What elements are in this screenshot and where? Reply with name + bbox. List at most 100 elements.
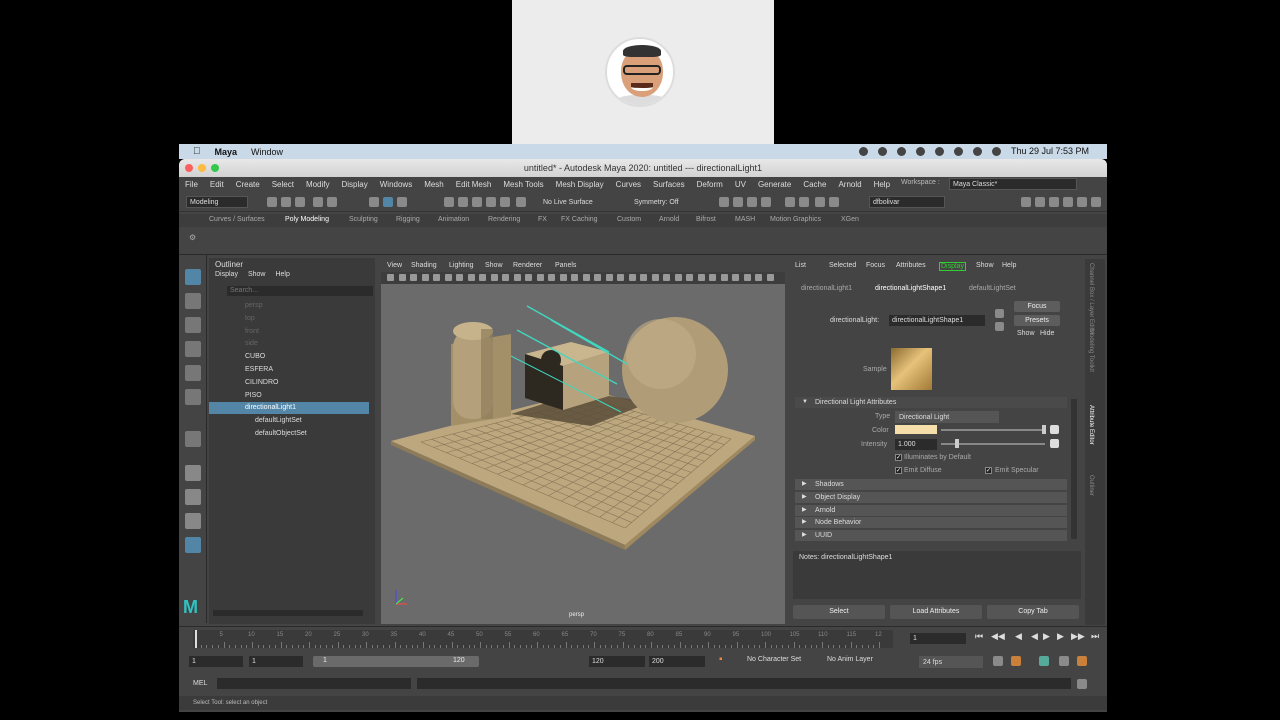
viewport-tool-icon[interactable] — [398, 274, 406, 281]
outliner-menu-display[interactable]: Display — [215, 271, 238, 278]
snap-surface-icon[interactable] — [500, 197, 510, 207]
pause-icon[interactable] — [829, 197, 839, 207]
character-set-select[interactable]: No Character Set — [747, 656, 801, 663]
menu-uv[interactable]: UV — [735, 180, 746, 189]
outliner-item[interactable]: side — [209, 338, 369, 350]
color-swatch[interactable] — [895, 425, 937, 434]
anim-layer-select[interactable]: No Anim Layer — [827, 656, 873, 663]
ipr-render-icon[interactable] — [799, 197, 809, 207]
layout-icon[interactable] — [1063, 197, 1073, 207]
play-icon[interactable] — [815, 197, 825, 207]
wifi-icon[interactable] — [953, 146, 963, 156]
viewport-tool-icon[interactable] — [663, 274, 670, 281]
snap-grid-icon[interactable] — [444, 197, 454, 207]
viewport-tool-icon[interactable] — [536, 274, 544, 281]
render-icon[interactable] — [761, 197, 771, 207]
menu-select[interactable]: Select — [272, 180, 294, 189]
viewport-tool-icon[interactable] — [605, 274, 613, 281]
viewport-menu-show[interactable]: Show — [485, 262, 503, 269]
map-button-icon[interactable] — [1050, 425, 1059, 434]
menubar-clock[interactable]: Thu 29 Jul 7:53 PM — [1011, 146, 1089, 156]
viewport-tool-icon[interactable] — [444, 274, 452, 281]
ae-menu-attributes[interactable]: Attributes — [896, 262, 926, 269]
user-select[interactable]: dfbolivar — [869, 196, 945, 208]
viewport-tool-icon[interactable] — [594, 274, 601, 281]
menu-modify[interactable]: Modify — [306, 180, 330, 189]
mel-input[interactable] — [217, 678, 411, 689]
render-icon[interactable] — [747, 197, 757, 207]
viewport-tool-icon[interactable] — [651, 274, 659, 281]
node-name-field[interactable]: directionalLightShape1 — [889, 315, 985, 326]
viewport-tool-icon[interactable] — [559, 274, 567, 281]
auto-key-icon[interactable]: ▪ — [719, 654, 723, 665]
snap-point-icon[interactable] — [472, 197, 482, 207]
ae-menu-show[interactable]: Show — [976, 262, 994, 269]
menu-set-select[interactable]: Modeling — [186, 196, 248, 208]
ae-tab-defaultlightset[interactable]: defaultLightSet — [969, 285, 1016, 292]
time-slider[interactable]: 5 10 15 20 25 30 35 40 45 50 55 60 65 70 75 80 85 90 95 100… — [179, 626, 1107, 650]
ae-menu-display[interactable]: Display — [939, 262, 966, 271]
ae-copy-tab-button[interactable]: Copy Tab — [987, 605, 1079, 619]
outliner-scrollbar[interactable] — [213, 610, 363, 616]
ae-select-button[interactable]: Select — [793, 605, 885, 619]
shelf-tab-fx-caching[interactable]: FX Caching — [561, 216, 598, 223]
live-surface-label[interactable]: No Live Surface — [543, 199, 593, 206]
focus-node-icon[interactable] — [995, 309, 1004, 318]
outliner-item[interactable]: top — [209, 313, 369, 325]
show-button[interactable]: Show — [1017, 330, 1035, 337]
viewport-tool-icon[interactable] — [617, 274, 624, 281]
viewport-tool-icon[interactable] — [766, 274, 774, 281]
viewport-tool-icon[interactable] — [743, 274, 751, 281]
layout-icon[interactable] — [1035, 197, 1045, 207]
section-shadows[interactable]: ▶ Shadows — [795, 479, 1067, 490]
viewport-tool-icon[interactable] — [502, 274, 509, 281]
ae-tab-directionallightshape1[interactable]: directionalLightShape1 — [875, 285, 946, 292]
viewport-menu-shading[interactable]: Shading — [411, 262, 437, 269]
outliner-layout-icon[interactable] — [185, 537, 201, 553]
viewport-tool-icon[interactable] — [490, 274, 498, 281]
viewport-tool-icon[interactable] — [433, 274, 440, 281]
step-forward-icon[interactable]: ▶ — [1057, 631, 1064, 642]
loop-icon[interactable] — [993, 656, 1003, 666]
shelf-tab-poly-modeling[interactable]: Poly Modeling — [285, 216, 329, 223]
intensity-slider-handle[interactable] — [955, 439, 959, 448]
play-forward-icon[interactable]: ▶ — [1043, 631, 1050, 642]
scene-start-field[interactable]: 1 — [189, 656, 243, 667]
fps-select[interactable]: 24 fps — [919, 656, 983, 668]
viewport-tool-icon[interactable] — [479, 274, 486, 281]
layout-icon[interactable] — [1077, 197, 1087, 207]
menu-help[interactable]: Help — [874, 180, 890, 189]
last-tool-icon[interactable] — [185, 431, 201, 447]
viewport-tool-icon[interactable] — [720, 274, 728, 281]
outliner-item[interactable]: persp — [209, 300, 369, 312]
viewport-tool-icon[interactable] — [582, 274, 590, 281]
outliner-item[interactable]: PISO — [209, 390, 369, 402]
shelf-tab-animation[interactable]: Animation — [438, 216, 469, 223]
select-object-icon[interactable] — [383, 197, 393, 207]
shelf-tab-bifrost[interactable]: Bifrost — [696, 216, 716, 223]
section-object-display[interactable]: ▶ Object Display — [795, 491, 1067, 503]
layout-icon[interactable] — [1091, 197, 1101, 207]
focus-button[interactable]: Focus — [1014, 301, 1060, 312]
side-tab-channel-box-layer-editor[interactable]: Channel Box / Layer Editor — [1088, 263, 1094, 335]
color-slider-handle[interactable] — [1042, 425, 1046, 434]
type-select[interactable]: Directional Light — [895, 411, 999, 423]
outliner-menu-help[interactable]: Help — [275, 271, 289, 278]
current-frame-field[interactable]: 1 — [910, 633, 966, 644]
scene-view[interactable] — [381, 284, 785, 624]
viewport-tool-icon[interactable] — [755, 274, 762, 281]
viewport-tool-icon[interactable] — [387, 274, 394, 281]
intensity-field[interactable]: 1.000 — [895, 439, 937, 450]
layout-single-icon[interactable] — [185, 465, 201, 481]
undo-icon[interactable] — [313, 197, 323, 207]
menu-edit[interactable]: Edit — [210, 180, 224, 189]
mel-label[interactable]: MEL — [193, 680, 207, 687]
outliner-item[interactable]: front — [209, 326, 369, 338]
viewport-tool-icon[interactable] — [674, 274, 682, 281]
ae-tab-directionallight1[interactable]: directionalLight1 — [801, 285, 852, 292]
shelf-tab-motion-graphics[interactable]: Motion Graphics — [770, 216, 821, 223]
outliner-item[interactable]: directionalLight1 — [209, 402, 369, 415]
menubar-window[interactable]: Window — [251, 147, 283, 157]
menu-create[interactable]: Create — [236, 180, 260, 189]
map-button-icon[interactable] — [1050, 439, 1059, 448]
